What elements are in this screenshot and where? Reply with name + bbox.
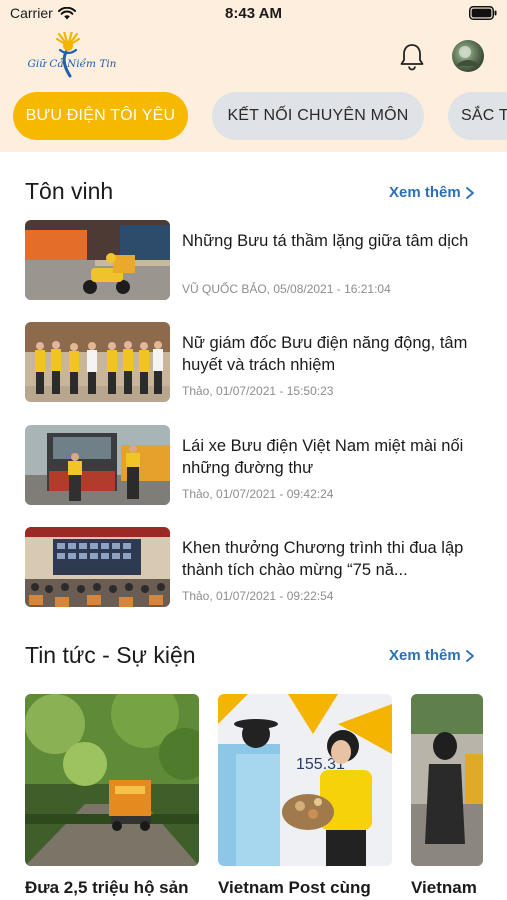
- news-card-image: 155.31: [218, 694, 392, 866]
- section-title-news: Tin tức - Sự kiện: [25, 642, 196, 668]
- status-bar: Carrier 8:43 AM: [0, 0, 507, 28]
- article-thumbnail: [25, 527, 170, 607]
- tab-label: BƯU ĐIỆN TÔI YÊU: [25, 107, 176, 124]
- article-title: Những Bưu tá thầm lặng giữa tâm dịch: [182, 232, 469, 250]
- article-title: Nữ giám đốc Bưu điện năng động, tâm huyế…: [182, 334, 468, 374]
- article-meta: Thảo, 01/07/2021 - 09:42:24: [182, 487, 334, 501]
- honor-article-2[interactable]: Nữ giám đốc Bưu điện năng động, tâm huyế…: [25, 322, 485, 404]
- user-avatar[interactable]: [452, 40, 484, 72]
- news-card-title[interactable]: Vietnam Post cùng: [218, 878, 392, 898]
- tab-label: SẮC T: [461, 107, 507, 124]
- article-meta: Thảo, 01/07/2021 - 09:22:54: [182, 589, 334, 603]
- category-tabs: BƯU ĐIỆN TÔI YÊU KẾT NỐI CHUYÊN MÔN SẮC …: [0, 92, 507, 142]
- news-card-3[interactable]: [411, 694, 483, 866]
- honor-article-3[interactable]: Lái xe Bưu điện Việt Nam miệt mài nối nh…: [25, 425, 485, 507]
- chevron-right-icon: [465, 649, 474, 662]
- section-title-honor: Tôn vinh: [25, 178, 114, 204]
- honor-article-1[interactable]: Những Bưu tá thầm lặng giữa tâm dịch VŨ …: [25, 220, 485, 302]
- news-card-title[interactable]: Vietnam: [411, 878, 507, 898]
- honor-see-more-link[interactable]: Xem thêm: [389, 184, 475, 201]
- tab-label: KẾT NỐI CHUYÊN MÔN: [227, 107, 409, 124]
- tab-ket-noi-chuyen-mon[interactable]: KẾT NỐI CHUYÊN MÔN: [212, 92, 424, 140]
- article-meta: VŨ QUỐC BẢO, 05/08/2021 - 16:21:04: [182, 282, 391, 296]
- bell-icon[interactable]: [398, 42, 426, 72]
- news-card-title[interactable]: Đưa 2,5 triệu hộ sản: [25, 878, 199, 898]
- article-thumbnail: [25, 220, 170, 300]
- article-thumbnail: [25, 425, 170, 505]
- status-time: 8:43 AM: [225, 5, 282, 22]
- news-see-more-link[interactable]: Xem thêm: [389, 647, 475, 664]
- news-card-1[interactable]: [25, 694, 199, 866]
- see-more-label: Xem thêm: [389, 184, 461, 201]
- news-card-image: [25, 694, 199, 866]
- article-title: Khen thưởng Chương trình thi đua lập thà…: [182, 539, 464, 579]
- article-meta: Thảo, 01/07/2021 - 15:50:23: [182, 384, 334, 398]
- avatar-image: [456, 46, 480, 66]
- news-card-image: [411, 694, 483, 866]
- article-thumbnail: [25, 322, 170, 402]
- news-card-2[interactable]: 155.31: [218, 694, 392, 866]
- app-logo[interactable]: Giữ Cả Niềm Tin: [22, 29, 122, 84]
- honor-article-4[interactable]: Khen thưởng Chương trình thi đua lập thà…: [25, 527, 485, 609]
- chevron-right-icon: [465, 186, 474, 199]
- logo-text: Giữ Cả Niềm Tin: [27, 58, 117, 70]
- article-title: Lái xe Bưu điện Việt Nam miệt mài nối nh…: [182, 437, 464, 477]
- app-bar: Giữ Cả Niềm Tin: [0, 28, 507, 88]
- see-more-label: Xem thêm: [389, 647, 461, 664]
- battery-icon: [469, 6, 497, 20]
- tab-sac-t[interactable]: SẮC T: [448, 92, 507, 140]
- tab-buu-dien-toi-yeu[interactable]: BƯU ĐIỆN TÔI YÊU: [13, 92, 188, 140]
